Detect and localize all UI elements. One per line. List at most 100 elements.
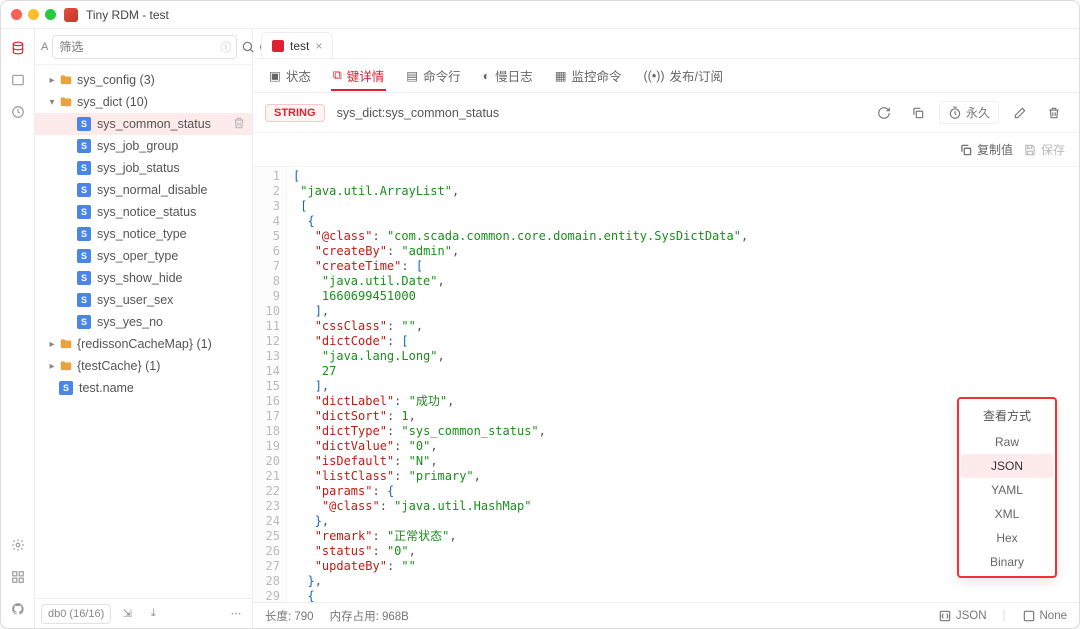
action-bar: 复制值 保存 <box>253 133 1079 167</box>
tree-key[interactable]: Ssys_common_status <box>35 113 252 135</box>
tree-folder[interactable]: ▸{testCache} (1) <box>35 355 252 377</box>
slow-icon: ◐ <box>483 69 491 83</box>
string-type-icon: S <box>77 227 91 241</box>
string-type-icon: S <box>77 183 91 197</box>
tree-key[interactable]: Ssys_show_hide <box>35 267 252 289</box>
tree-key[interactable]: Stest.name <box>35 377 252 399</box>
save-button[interactable]: 保存 <box>1023 141 1065 158</box>
trash-icon[interactable] <box>232 116 246 133</box>
server-icon[interactable] <box>9 71 27 89</box>
view-format-popup: 查看方式 RawJSONYAMLXMLHexBinary <box>957 397 1057 578</box>
main-pane: test × ▣状态 ⧉键详情 ▤命令行 ◐慢日志 ▦监控命令 ((•))发布/订阅 ST… <box>253 29 1079 628</box>
code-editor[interactable]: 1234567891011121314151617181920212223242… <box>253 167 1079 602</box>
copy-value-button[interactable]: 复制值 <box>959 141 1013 158</box>
node-label: sys_common_status <box>97 117 232 131</box>
grid-icon[interactable] <box>9 568 27 586</box>
database-icon[interactable] <box>9 39 27 57</box>
database-icon <box>272 40 284 52</box>
cli-icon: ▤ <box>406 68 418 83</box>
node-label: sys_normal_disable <box>97 183 246 197</box>
tree-folder[interactable]: ▾sys_dict (10) <box>35 91 252 113</box>
ttl-button[interactable]: 永久 <box>939 101 999 124</box>
subtab-pubsub[interactable]: ((•))发布/订阅 <box>642 62 726 89</box>
string-type-icon: S <box>77 315 91 329</box>
monitor-icon: ▦ <box>555 68 567 83</box>
more-icon[interactable]: ⋯ <box>226 607 246 620</box>
file-tabs: test × <box>253 29 1079 59</box>
status-icon: ▣ <box>269 68 281 83</box>
gear-icon[interactable] <box>9 536 27 554</box>
edit-icon[interactable] <box>1007 100 1033 126</box>
node-label: test.name <box>79 381 246 395</box>
format-option-raw[interactable]: Raw <box>961 430 1053 454</box>
subtab-key[interactable]: ⧉键详情 <box>331 62 386 91</box>
tree-key[interactable]: Ssys_normal_disable <box>35 179 252 201</box>
trash-icon[interactable] <box>1041 100 1067 126</box>
subtab-cli[interactable]: ▤命令行 <box>404 62 462 89</box>
github-icon[interactable] <box>9 600 27 618</box>
node-label: sys_notice_status <box>97 205 246 219</box>
format-option-binary[interactable]: Binary <box>961 550 1053 574</box>
copy-icon[interactable] <box>905 100 931 126</box>
string-type-icon: S <box>77 117 91 131</box>
tree-key[interactable]: Ssys_notice_status <box>35 201 252 223</box>
string-type-icon: S <box>59 381 73 395</box>
chevron-icon: ▸ <box>45 361 59 372</box>
string-type-icon: S <box>77 249 91 263</box>
tree-key[interactable]: Ssys_yes_no <box>35 311 252 333</box>
subtab-monitor[interactable]: ▦监控命令 <box>553 62 624 89</box>
tab-label: test <box>290 39 309 53</box>
loadall-icon[interactable]: ⇲ <box>117 607 137 620</box>
maximize-icon[interactable] <box>45 9 56 20</box>
tree-key[interactable]: Ssys_oper_type <box>35 245 252 267</box>
tree-key[interactable]: Ssys_job_group <box>35 135 252 157</box>
tree-key[interactable]: Ssys_user_sex <box>35 289 252 311</box>
tree-folder[interactable]: ▸{redissonCacheMap} (1) <box>35 333 252 355</box>
chevron-icon: ▾ <box>45 97 59 108</box>
decode-selector[interactable]: None <box>1022 609 1068 623</box>
format-option-json[interactable]: JSON <box>961 454 1053 478</box>
node-label: sys_job_group <box>97 139 246 153</box>
import-icon[interactable]: ⤓ <box>143 607 163 620</box>
node-label: sys_yes_no <box>97 315 246 329</box>
format-option-hex[interactable]: Hex <box>961 526 1053 550</box>
refresh-icon[interactable] <box>871 100 897 126</box>
node-label: sys_show_hide <box>97 271 246 285</box>
node-label: sys_oper_type <box>97 249 246 263</box>
node-label: sys_user_sex <box>97 293 246 307</box>
node-label: sys_notice_type <box>97 227 246 241</box>
info-icon[interactable]: ⓘ <box>220 39 231 55</box>
window-title: Tiny RDM - test <box>86 8 169 22</box>
db-selector[interactable]: db0 (16/16) <box>41 604 111 624</box>
sidebar: A ⓘ ▸sys_config (3)▾sys_dict (10)Ssys_co… <box>35 29 253 628</box>
filter-input[interactable] <box>52 35 237 59</box>
tab-test[interactable]: test × <box>261 32 333 58</box>
titlebar: Tiny RDM - test <box>1 1 1079 29</box>
key-tree: ▸sys_config (3)▾sys_dict (10)Ssys_common… <box>35 65 252 598</box>
tree-folder[interactable]: ▸sys_config (3) <box>35 69 252 91</box>
popup-title: 查看方式 <box>961 401 1053 430</box>
subtab-slow[interactable]: ◐慢日志 <box>481 62 535 89</box>
status-bar: 长度: 790 内存占用: 968B JSON | None <box>253 602 1079 628</box>
close-icon[interactable]: × <box>315 39 322 53</box>
window-controls <box>11 9 56 20</box>
key-icon: ⧉ <box>333 68 342 83</box>
format-selector[interactable]: JSON <box>938 609 987 623</box>
chevron-icon: ▸ <box>45 339 59 350</box>
minimize-icon[interactable] <box>28 9 39 20</box>
string-type-icon: S <box>77 205 91 219</box>
pubsub-icon: ((•)) <box>644 69 665 83</box>
key-bar: STRING sys_dict:sys_common_status 永久 <box>253 93 1079 133</box>
tree-key[interactable]: Ssys_notice_type <box>35 223 252 245</box>
close-icon[interactable] <box>11 9 22 20</box>
node-label: sys_job_status <box>97 161 246 175</box>
length-label: 长度: 790 <box>265 608 314 624</box>
format-option-yaml[interactable]: YAML <box>961 478 1053 502</box>
string-type-icon: S <box>77 271 91 285</box>
history-icon[interactable] <box>9 103 27 121</box>
subtab-status[interactable]: ▣状态 <box>267 62 313 89</box>
string-type-icon: S <box>77 293 91 307</box>
format-option-xml[interactable]: XML <box>961 502 1053 526</box>
string-type-icon: S <box>77 139 91 153</box>
tree-key[interactable]: Ssys_job_status <box>35 157 252 179</box>
